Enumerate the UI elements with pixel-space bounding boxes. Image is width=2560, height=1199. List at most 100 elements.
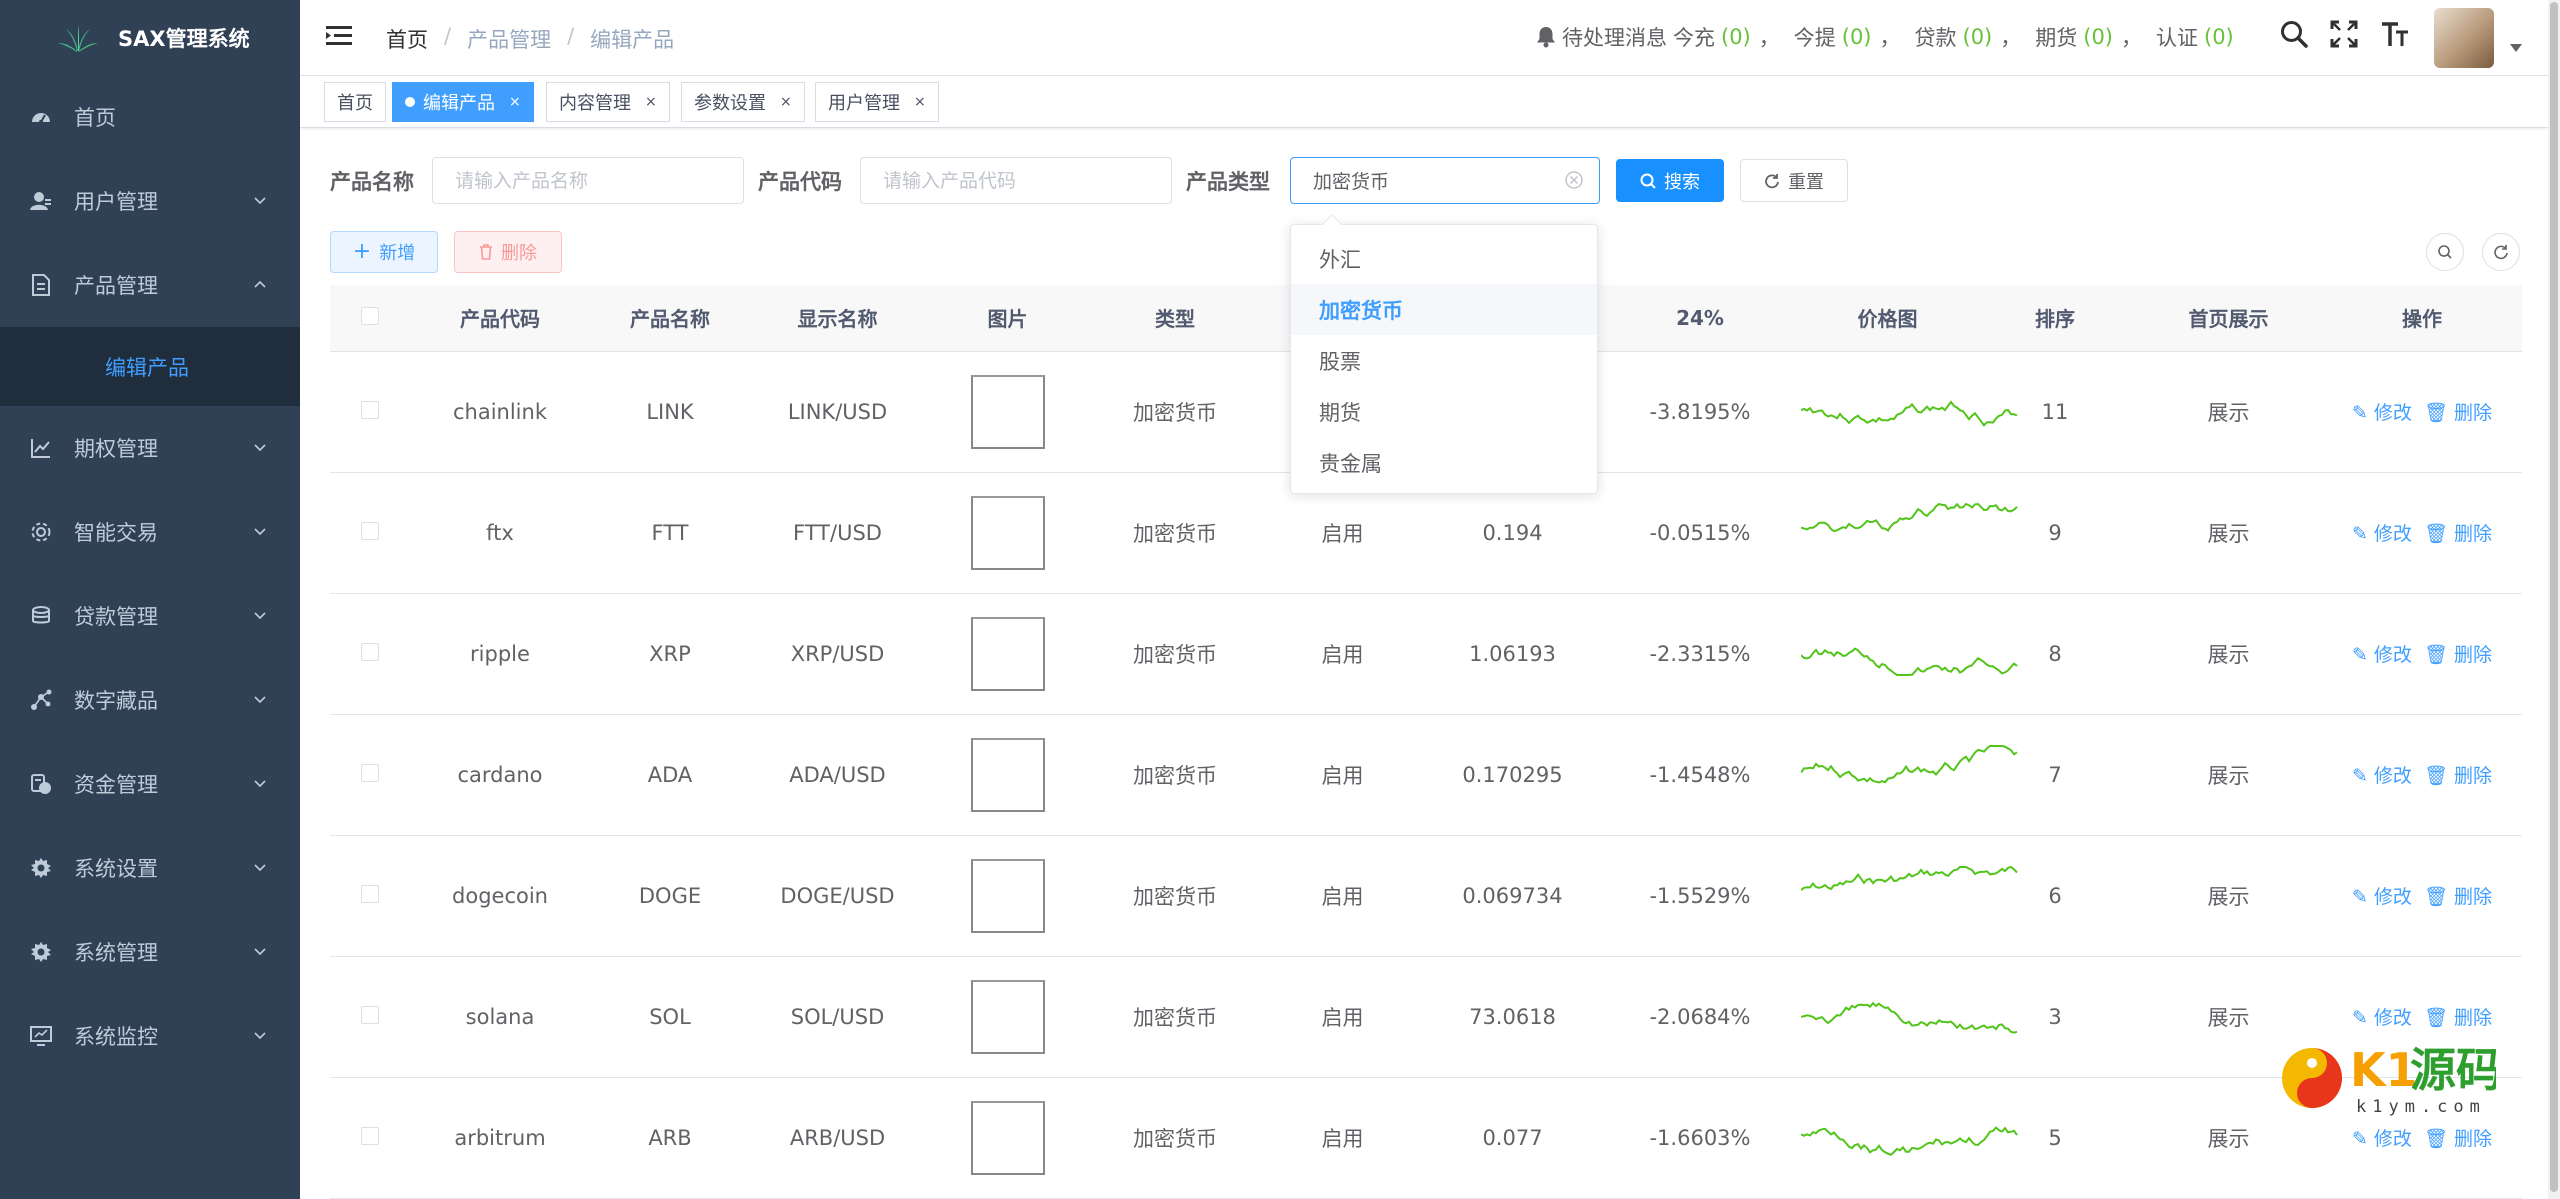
sidebar-item-3[interactable]: 期权管理 — [0, 406, 300, 490]
price-sparkline — [1800, 400, 2018, 427]
vertical-scrollbar[interactable] — [2548, 0, 2560, 1199]
delete-link[interactable]: 🗑 删除 — [2421, 644, 2495, 666]
sidebar-item-2[interactable]: 产品管理 — [0, 243, 300, 327]
row-checkbox[interactable] — [361, 400, 379, 419]
tab-0[interactable]: 首页 — [324, 82, 386, 122]
row-checkbox[interactable] — [361, 521, 379, 540]
edit-link[interactable]: ✎ 修改 — [2349, 644, 2415, 666]
notice-3-count[interactable]: (0) — [2083, 25, 2113, 49]
sidebar-item-10[interactable]: 系统监控 — [0, 994, 300, 1078]
row-select-cell — [330, 472, 410, 594]
edit-link[interactable]: ✎ 修改 — [2349, 886, 2415, 908]
notice-2-count[interactable]: (0) — [1963, 25, 1993, 49]
product-type-select[interactable] — [1290, 157, 1600, 204]
delete-label: 删除 — [2454, 765, 2493, 787]
tab-label: 用户管理 — [828, 93, 900, 114]
delete-button[interactable]: 删除 — [454, 231, 562, 273]
delete-link[interactable]: 🗑 删除 — [2421, 1128, 2495, 1150]
table-row: dogecoin DOGE DOGE/USD 加密货币 启用 0.069734 -1.552… — [330, 835, 2522, 957]
close-icon[interactable]: × — [780, 94, 792, 110]
tab-3[interactable]: 参数设置 × — [681, 82, 805, 122]
notice-1-count[interactable]: (0) — [1842, 25, 1872, 49]
row-select-cell — [330, 593, 410, 715]
delete-link[interactable]: 🗑 删除 — [2421, 765, 2495, 787]
cell-name: XRP — [590, 593, 750, 715]
sidebar-item-9[interactable]: 系统管理 — [0, 910, 300, 994]
sidebar-item-6[interactable]: 数字藏品 — [0, 658, 300, 742]
row-checkbox[interactable] — [361, 763, 379, 782]
sidebar-item-1[interactable]: 用户管理 — [0, 159, 300, 243]
product-name-input[interactable] — [432, 157, 744, 204]
dropdown-arrow — [1322, 214, 1342, 234]
notice-items: 今充 (0)，今提 (0)，贷款 (0)，期货 (0)，认证 (0) — [1673, 22, 2240, 52]
sidebar-item-label: 期权管理 — [74, 437, 158, 461]
notice-separator: ， — [2121, 26, 2142, 50]
row-checkbox[interactable] — [361, 1005, 379, 1024]
toggle-search-button[interactable] — [2426, 233, 2464, 271]
caret-down-icon[interactable] — [2510, 44, 2522, 52]
column-header-7: 24% — [1600, 285, 1800, 352]
logo[interactable]: SAX管理系统 — [0, 0, 300, 75]
column-header-1: 产品名称 — [590, 285, 750, 352]
close-icon[interactable]: × — [914, 94, 926, 110]
close-icon[interactable]: × — [509, 94, 521, 110]
sidebar-item-5[interactable]: 贷款管理 — [0, 574, 300, 658]
refresh-button[interactable] — [2482, 233, 2520, 271]
sidebar-item-label: 资金管理 — [74, 773, 158, 797]
row-checkbox[interactable] — [361, 642, 379, 661]
refresh-icon — [1765, 173, 1779, 188]
notice-separator: ， — [2000, 26, 2022, 50]
sidebar-item-8[interactable]: 系统设置 — [0, 826, 300, 910]
select-all-checkbox[interactable] — [361, 306, 379, 325]
avatar[interactable] — [2434, 8, 2494, 68]
delete-link[interactable]: 🗑 删除 — [2421, 523, 2495, 545]
edit-link[interactable]: ✎ 修改 — [2349, 523, 2415, 545]
scrollbar-thumb[interactable] — [2550, 2, 2558, 1192]
edit-icon: ✎ — [2351, 1007, 2368, 1029]
price-sparkline — [1800, 865, 2018, 891]
cell-status: 启用 — [1260, 956, 1425, 1078]
sidebar-item-label: 系统设置 — [74, 857, 158, 881]
search-button[interactable]: 搜索 — [1616, 159, 1724, 202]
row-checkbox[interactable] — [361, 1126, 379, 1145]
cell-display: ADA/USD — [750, 714, 925, 836]
delete-link[interactable]: 🗑 删除 — [2421, 1007, 2495, 1029]
clear-icon[interactable] — [1564, 170, 1584, 190]
product-image — [970, 737, 1045, 812]
tab-2[interactable]: 内容管理 × — [546, 82, 670, 122]
delete-label: 删除 — [2454, 402, 2493, 424]
sidebar-item-0[interactable]: 首页 — [0, 75, 300, 159]
edit-link[interactable]: ✎ 修改 — [2349, 402, 2415, 424]
dropdown-option-0[interactable]: 外汇 — [1291, 233, 1597, 284]
sidebar-item-7[interactable]: 资金管理 — [0, 742, 300, 826]
cell-home: 展示 — [2135, 714, 2322, 836]
fullscreen-icon[interactable] — [2330, 20, 2358, 48]
dropdown-option-3[interactable]: 期货 — [1291, 386, 1597, 437]
edit-icon: ✎ — [2351, 765, 2368, 787]
add-button[interactable]: + 新增 — [330, 231, 438, 273]
edit-link[interactable]: ✎ 修改 — [2349, 765, 2415, 787]
product-code-input[interactable] — [860, 157, 1172, 204]
row-checkbox[interactable] — [361, 884, 379, 903]
edit-link[interactable]: ✎ 修改 — [2349, 1007, 2415, 1029]
notice-0-count[interactable]: (0) — [1721, 25, 1751, 49]
cell-chart — [1800, 956, 2018, 1078]
delete-link[interactable]: 🗑 删除 — [2421, 402, 2495, 424]
hamburger-icon[interactable] — [326, 24, 352, 48]
notice-4-count[interactable]: (0) — [2204, 25, 2234, 49]
dropdown-option-2[interactable]: 股票 — [1291, 335, 1597, 386]
reset-button[interactable]: 重置 — [1740, 159, 1848, 202]
breadcrumb-home[interactable]: 首页 — [386, 24, 428, 54]
tab-1[interactable]: 编辑产品 × — [392, 82, 534, 122]
edit-link[interactable]: ✎ 修改 — [2349, 1128, 2415, 1150]
dropdown-option-1[interactable]: 加密货币 — [1291, 284, 1597, 335]
sidebar-item-4[interactable]: 智能交易 — [0, 490, 300, 574]
row-select-cell — [330, 714, 410, 836]
font-size-icon[interactable] — [2380, 20, 2410, 48]
tab-4[interactable]: 用户管理 × — [815, 82, 939, 122]
search-icon[interactable] — [2280, 20, 2308, 48]
close-icon[interactable]: × — [645, 94, 657, 110]
dropdown-option-4[interactable]: 贵金属 — [1291, 437, 1597, 488]
delete-link[interactable]: 🗑 删除 — [2421, 886, 2495, 908]
sidebar-subitem-edit-product[interactable]: 编辑产品 — [0, 327, 300, 406]
